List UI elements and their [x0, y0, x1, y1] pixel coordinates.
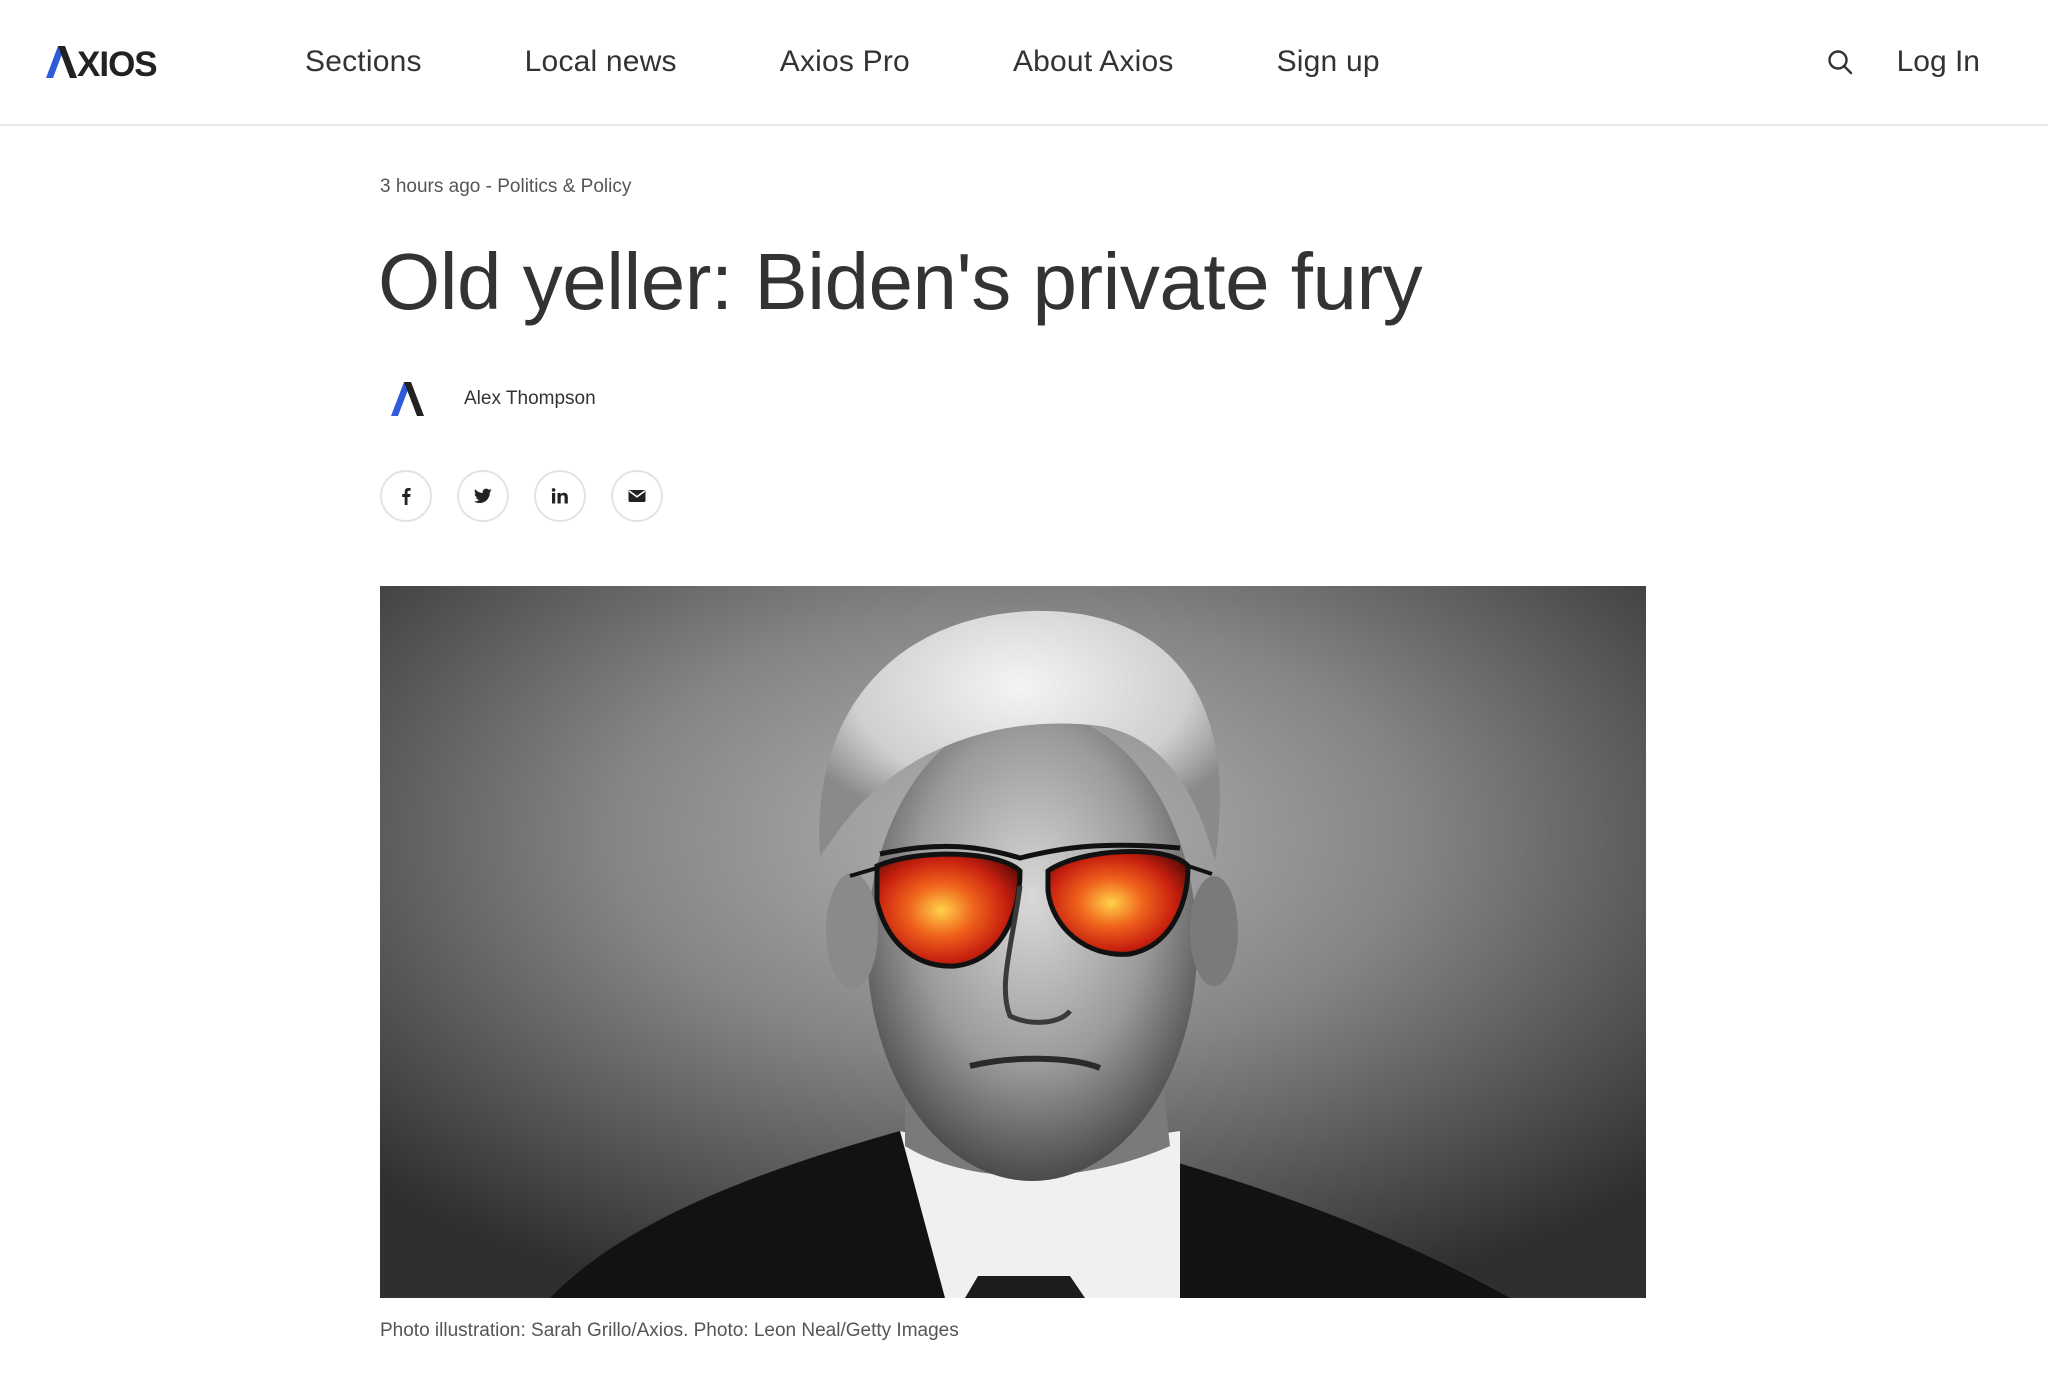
twitter-icon — [474, 488, 492, 504]
author-name[interactable]: Alex Thompson — [464, 388, 596, 410]
photo-illustration — [380, 586, 1646, 1298]
login-link[interactable]: Log In — [1897, 45, 1980, 79]
nav-sections[interactable]: Sections — [305, 45, 422, 79]
meta-separator: - — [480, 176, 498, 197]
article-meta: 3 hours ago - Politics & Policy — [380, 176, 631, 198]
share-linkedin-button[interactable] — [534, 470, 586, 522]
axios-logo-mark: XIOS — [46, 45, 158, 79]
axios-logo[interactable]: XIOS — [46, 40, 164, 84]
nav-axios-pro[interactable]: Axios Pro — [780, 45, 910, 79]
nav-about-axios[interactable]: About Axios — [1013, 45, 1174, 79]
facebook-icon — [402, 488, 411, 505]
article-category[interactable]: Politics & Policy — [497, 176, 631, 197]
search-icon — [1827, 50, 1852, 75]
author-avatar[interactable] — [380, 368, 442, 430]
share-email-button[interactable] — [611, 470, 663, 522]
search-button[interactable] — [1823, 45, 1857, 79]
axios-a-icon — [391, 382, 424, 416]
image-caption: Photo illustration: Sarah Grillo/Axios. … — [380, 1320, 959, 1341]
header-actions: Log In — [1823, 0, 1980, 124]
nav-sign-up[interactable]: Sign up — [1277, 45, 1380, 79]
share-bar — [380, 470, 688, 522]
main-nav: Sections Local news Axios Pro About Axio… — [305, 0, 1483, 124]
linkedin-icon — [551, 488, 568, 504]
nav-local-news[interactable]: Local news — [525, 45, 677, 79]
article-timestamp: 3 hours ago — [380, 176, 481, 197]
byline: Alex Thompson — [380, 368, 596, 430]
logo-text: XIOS — [77, 45, 157, 79]
share-facebook-button[interactable] — [380, 470, 432, 522]
site-header: XIOS Sections Local news Axios Pro About… — [0, 0, 2048, 126]
email-icon — [628, 490, 646, 502]
article-headline: Old yeller: Biden's private fury — [378, 237, 1423, 326]
share-twitter-button[interactable] — [457, 470, 509, 522]
hero-image — [380, 586, 1646, 1298]
